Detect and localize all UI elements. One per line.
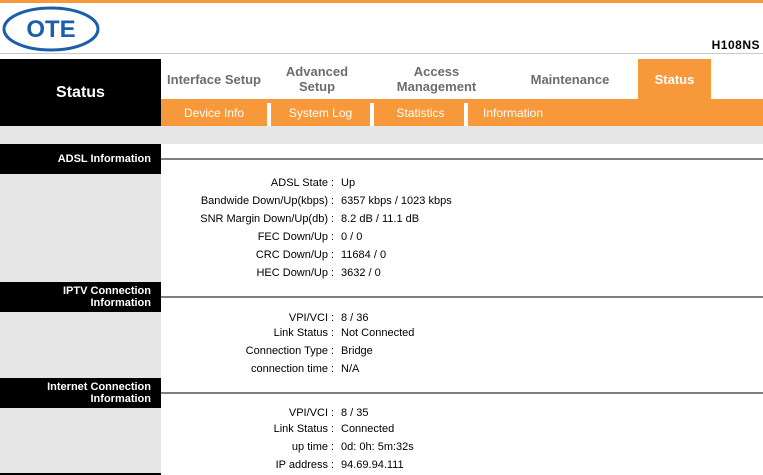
field-label: ADSL State (270, 177, 328, 189)
internet-info-row: Link Status: Connected (161, 421, 763, 437)
model-name: H108NS (711, 38, 760, 52)
internet-info-row: IP address:94.69.94.111 (161, 457, 763, 473)
adsl-info-row: Bandwide Down/Up(kbps):6357 kbps / 1023 … (161, 193, 763, 209)
section-title: Status (0, 59, 161, 126)
field-label: FEC Down/Up (257, 231, 328, 243)
field-label: Connection Type (245, 345, 328, 357)
subtab-information[interactable]: Information (468, 99, 558, 126)
colon: : (331, 345, 335, 357)
field-value: 6357 kbps / 1023 kbps (341, 195, 452, 207)
colon: : (331, 249, 335, 261)
colon: : (331, 213, 335, 225)
field-label: IP address (275, 459, 328, 471)
tab-interface-setup[interactable]: Interface Setup (161, 59, 267, 99)
field-value: 3632 / 0 (341, 267, 381, 279)
tab-maintenance[interactable]: Maintenance (515, 59, 625, 99)
field-value: 8 / 36 (341, 312, 369, 324)
colon: : (331, 195, 335, 207)
colon: : (331, 363, 335, 375)
section-rule (161, 296, 763, 298)
field-value: Bridge (341, 345, 373, 357)
iptv-info-row: Connection Type: Bridge (161, 343, 763, 359)
ote-logo: OTE (2, 6, 100, 52)
subtab-statistics[interactable]: Statistics (374, 99, 467, 126)
field-label: up time (291, 441, 328, 453)
colon: : (331, 312, 335, 324)
field-label: Link Status (273, 423, 328, 435)
iptv-title-line2: Information (90, 297, 152, 309)
internet-section-label: Internet Connection Information (0, 378, 161, 408)
field-value: 8 / 35 (341, 407, 369, 419)
iptv-section-label: IPTV Connection Information (0, 282, 161, 312)
colon: : (331, 441, 335, 453)
field-value: Up (341, 177, 356, 189)
field-value: 8.2 dB / 11.1 dB (341, 213, 420, 225)
adsl-title: ADSL Information (57, 153, 151, 165)
colon: : (331, 423, 335, 435)
colon: : (331, 459, 335, 471)
colon: : (331, 327, 335, 339)
colon: : (331, 267, 335, 279)
tab-status[interactable]: Status (638, 59, 711, 99)
svg-text:OTE: OTE (26, 16, 75, 43)
adsl-info-row: HEC Down/Up:3632 / 0 (161, 265, 763, 281)
internet-title-line2: Information (90, 393, 152, 405)
field-label: VPI/VCI (288, 407, 328, 419)
tab-advanced-setup[interactable]: Advanced Setup (267, 59, 367, 99)
field-label: SNR Margin Down/Up(db) (200, 213, 328, 225)
gray-band (0, 126, 763, 144)
iptv-info-row: VPI/VCI:8 / 36 (161, 310, 763, 326)
top-accent-bar (0, 0, 763, 3)
field-value: Connected (341, 423, 395, 435)
field-value: 11684 / 0 (341, 249, 387, 261)
adsl-info-row: CRC Down/Up:11684 / 0 (161, 247, 763, 263)
iptv-title-line1: IPTV Connection (63, 285, 151, 297)
header-divider (0, 53, 763, 54)
colon: : (331, 231, 335, 243)
subtab-system-log[interactable]: System Log (271, 99, 370, 126)
colon: : (331, 407, 335, 419)
field-label: connection time (250, 363, 328, 375)
section-rule (161, 392, 763, 394)
adsl-section-label: ADSL Information (0, 144, 161, 174)
colon: : (331, 177, 335, 189)
field-label: CRC Down/Up (255, 249, 328, 261)
field-value: Not Connected (341, 327, 415, 339)
internet-title-line1: Internet Connection (47, 381, 151, 393)
internet-info-row: VPI/VCI:8 / 35 (161, 405, 763, 421)
field-label: Link Status (273, 327, 328, 339)
field-value: 94.69.94.111 (341, 459, 404, 471)
iptv-info-row: Link Status: Not Connected (161, 325, 763, 341)
field-label: Bandwide Down/Up(kbps) (200, 195, 328, 207)
field-value: N/A (341, 363, 360, 375)
section-rule (161, 158, 763, 160)
field-label: HEC Down/Up (256, 267, 328, 279)
field-value: 0 / 0 (341, 231, 363, 243)
adsl-info-row: SNR Margin Down/Up(db):8.2 dB / 11.1 dB (161, 211, 763, 227)
field-label: VPI/VCI (288, 312, 328, 324)
adsl-info-row: FEC Down/Up:0 / 0 (161, 229, 763, 245)
tab-access-management[interactable]: Access Management (385, 59, 488, 99)
iptv-info-row: connection time: N/A (161, 361, 763, 377)
subtab-device-info[interactable]: Device Info (161, 99, 267, 126)
internet-info-row: up time:0d: 0h: 5m:32s (161, 439, 763, 455)
adsl-info-row: ADSL State: Up (161, 175, 763, 191)
field-value: 0d: 0h: 5m:32s (341, 441, 414, 453)
